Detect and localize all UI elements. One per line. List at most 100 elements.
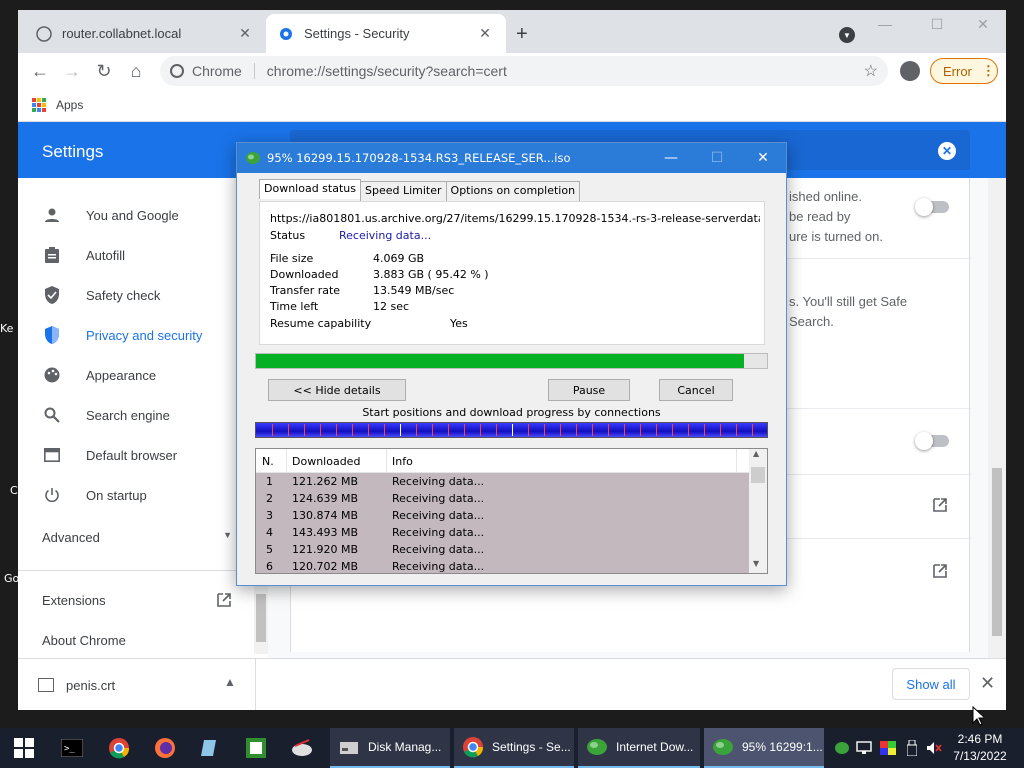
maximize-icon: ☐ <box>710 150 724 166</box>
page-title: Settings <box>42 142 104 161</box>
tab-router[interactable]: router.collabnet.local ✕ <box>24 14 266 53</box>
error-chip[interactable]: Error ⋮ <box>930 58 998 84</box>
scroll-up-icon[interactable]: ▲ <box>753 449 759 458</box>
taskbar: >_ Disk Manag... Settings - Se... Intern… <box>0 728 1024 768</box>
external-link-icon[interactable] <box>931 562 949 580</box>
tab-download-status[interactable]: Download status <box>259 179 361 199</box>
notes-icon[interactable] <box>198 736 222 760</box>
clock-time: 2:46 PM <box>957 732 1003 746</box>
volume-muted-icon[interactable] <box>926 740 942 756</box>
close-window-icon[interactable]: ✕ <box>968 16 998 33</box>
connection-tick <box>688 424 689 436</box>
terminal-icon[interactable]: >_ <box>60 736 84 760</box>
table-row[interactable]: 3 130.874 MB Receiving data... <box>256 507 749 524</box>
sidebar-item-on-startup[interactable]: On startup <box>42 483 147 507</box>
close-icon[interactable]: ✕ <box>236 25 254 42</box>
table-header: N. Downloaded Info <box>256 449 749 473</box>
firefox-icon[interactable] <box>153 736 177 760</box>
cell-info: Receiving data... <box>392 560 485 573</box>
idm-title-bar[interactable]: 95% 16299.15.170928-1534.RS3_RELEASE_SER… <box>237 143 786 173</box>
table-row[interactable]: 6 120.702 MB Receiving data... <box>256 558 749 573</box>
sidebar-item-extensions[interactable]: Extensions <box>42 588 232 612</box>
tab-settings[interactable]: Settings - Security ✕ <box>266 14 506 53</box>
pause-button[interactable]: Pause <box>548 379 630 401</box>
sidebar-item-label: About Chrome <box>42 632 126 648</box>
column-header[interactable]: Downloaded <box>292 455 360 468</box>
taskbar-settings[interactable]: Settings - Se... <box>454 728 574 768</box>
sidebar-item-label: Extensions <box>42 592 106 608</box>
connection-tick <box>304 424 305 436</box>
chevron-down-icon: ▼ <box>223 530 232 540</box>
editor-icon[interactable] <box>244 736 268 760</box>
connection-tick <box>464 424 465 436</box>
network-tool-icon[interactable] <box>290 736 314 760</box>
minimize-icon[interactable]: — <box>870 16 900 32</box>
taskbar-disk-management[interactable]: Disk Manag... <box>330 728 450 768</box>
sidebar-item-about-chrome[interactable]: About Chrome <box>42 628 126 652</box>
sidebar-item-label: Safety check <box>86 287 161 303</box>
close-icon[interactable]: ✕ <box>476 25 494 42</box>
maximize-icon[interactable]: ☐ <box>922 16 952 33</box>
table-row[interactable]: 5 121.920 MB Receiving data... <box>256 541 749 558</box>
stat-value: Yes <box>450 317 468 330</box>
tab-search-icon[interactable]: ▼ <box>839 27 855 43</box>
taskbar-internet-download-manager[interactable]: Internet Dow... <box>578 728 700 768</box>
external-link-icon[interactable] <box>931 496 949 514</box>
minimize-icon[interactable]: — <box>648 150 694 166</box>
chrome-icon <box>463 737 484 758</box>
clear-search-icon[interactable]: ✕ <box>938 142 956 160</box>
scroll-down-icon[interactable]: ▼ <box>753 559 759 568</box>
toggle-switch[interactable] <box>915 432 949 450</box>
new-tab-button[interactable]: + <box>516 24 528 44</box>
cell-info: Receiving data... <box>392 543 485 556</box>
table-row[interactable]: 4 143.493 MB Receiving data... <box>256 524 749 541</box>
column-header[interactable]: N. <box>262 455 274 468</box>
download-item[interactable]: penis.crt ▲ <box>18 659 256 710</box>
usb-tray-icon[interactable] <box>904 740 920 756</box>
close-icon[interactable]: ✕ <box>980 673 995 694</box>
tab-options-on-completion[interactable]: Options on completion <box>445 181 581 201</box>
toggle-switch[interactable] <box>915 198 949 216</box>
taskbar-clock[interactable]: 2:46 PM 7/13/2022 <box>950 731 1010 765</box>
star-icon[interactable]: ☆ <box>864 61 878 81</box>
omnibox-url[interactable]: chrome://settings/security?search=cert <box>267 63 864 79</box>
apps-icon[interactable] <box>32 98 46 112</box>
sidebar-item-autofill[interactable]: Autofill <box>42 243 125 267</box>
sidebar-item-label: You and Google <box>86 207 179 223</box>
close-icon[interactable]: ✕ <box>740 150 786 166</box>
connections-scrollbar[interactable]: ▲ ▼ <box>749 449 767 573</box>
sidebar-advanced[interactable]: Advanced ▼ <box>42 530 232 545</box>
table-row[interactable]: 2 124.639 MB Receiving data... <box>256 490 749 507</box>
color-tray-icon[interactable] <box>880 740 896 756</box>
omnibox[interactable]: Chrome chrome://settings/security?search… <box>160 56 888 86</box>
back-icon[interactable]: ← <box>28 59 52 83</box>
sidebar-item-default-browser[interactable]: Default browser <box>42 443 177 467</box>
show-all-button[interactable]: Show all <box>892 668 970 700</box>
tab-speed-limiter[interactable]: Speed Limiter <box>359 181 447 201</box>
column-header[interactable]: Info <box>392 455 413 468</box>
sidebar-item-privacy-and-security[interactable]: Privacy and security <box>42 323 202 347</box>
connection-tick <box>576 424 577 436</box>
home-icon[interactable]: ⌂ <box>124 59 148 83</box>
chrome-icon[interactable] <box>107 736 131 760</box>
main-scrollbar[interactable] <box>988 178 1006 658</box>
forward-icon[interactable]: → <box>60 59 84 83</box>
cancel-button[interactable]: Cancel <box>659 379 733 401</box>
apps-link[interactable]: Apps <box>56 98 83 112</box>
idm-tray-icon[interactable] <box>834 740 850 756</box>
sidebar-item-safety-check[interactable]: Safety check <box>42 283 160 307</box>
sidebar-item-you-and-google[interactable]: You and Google <box>42 203 179 227</box>
sidebar-item-appearance[interactable]: Appearance <box>42 363 156 387</box>
reload-icon[interactable]: ↻ <box>92 59 116 83</box>
taskbar-idm-progress[interactable]: 95% 16299:1... <box>704 728 824 768</box>
chevron-up-icon[interactable]: ▲ <box>224 675 236 689</box>
network-tray-icon[interactable] <box>856 740 872 756</box>
clipboard-icon <box>42 245 62 265</box>
desktop-label: Ke <box>0 322 14 335</box>
hide-details-button[interactable]: << Hide details <box>268 379 406 401</box>
sidebar-item-search-engine[interactable]: Search engine <box>42 403 170 427</box>
avatar[interactable] <box>900 61 920 81</box>
windows-start-icon[interactable] <box>12 736 36 760</box>
table-row[interactable]: 1 121.262 MB Receiving data... <box>256 473 749 490</box>
connection-tick <box>480 424 481 436</box>
